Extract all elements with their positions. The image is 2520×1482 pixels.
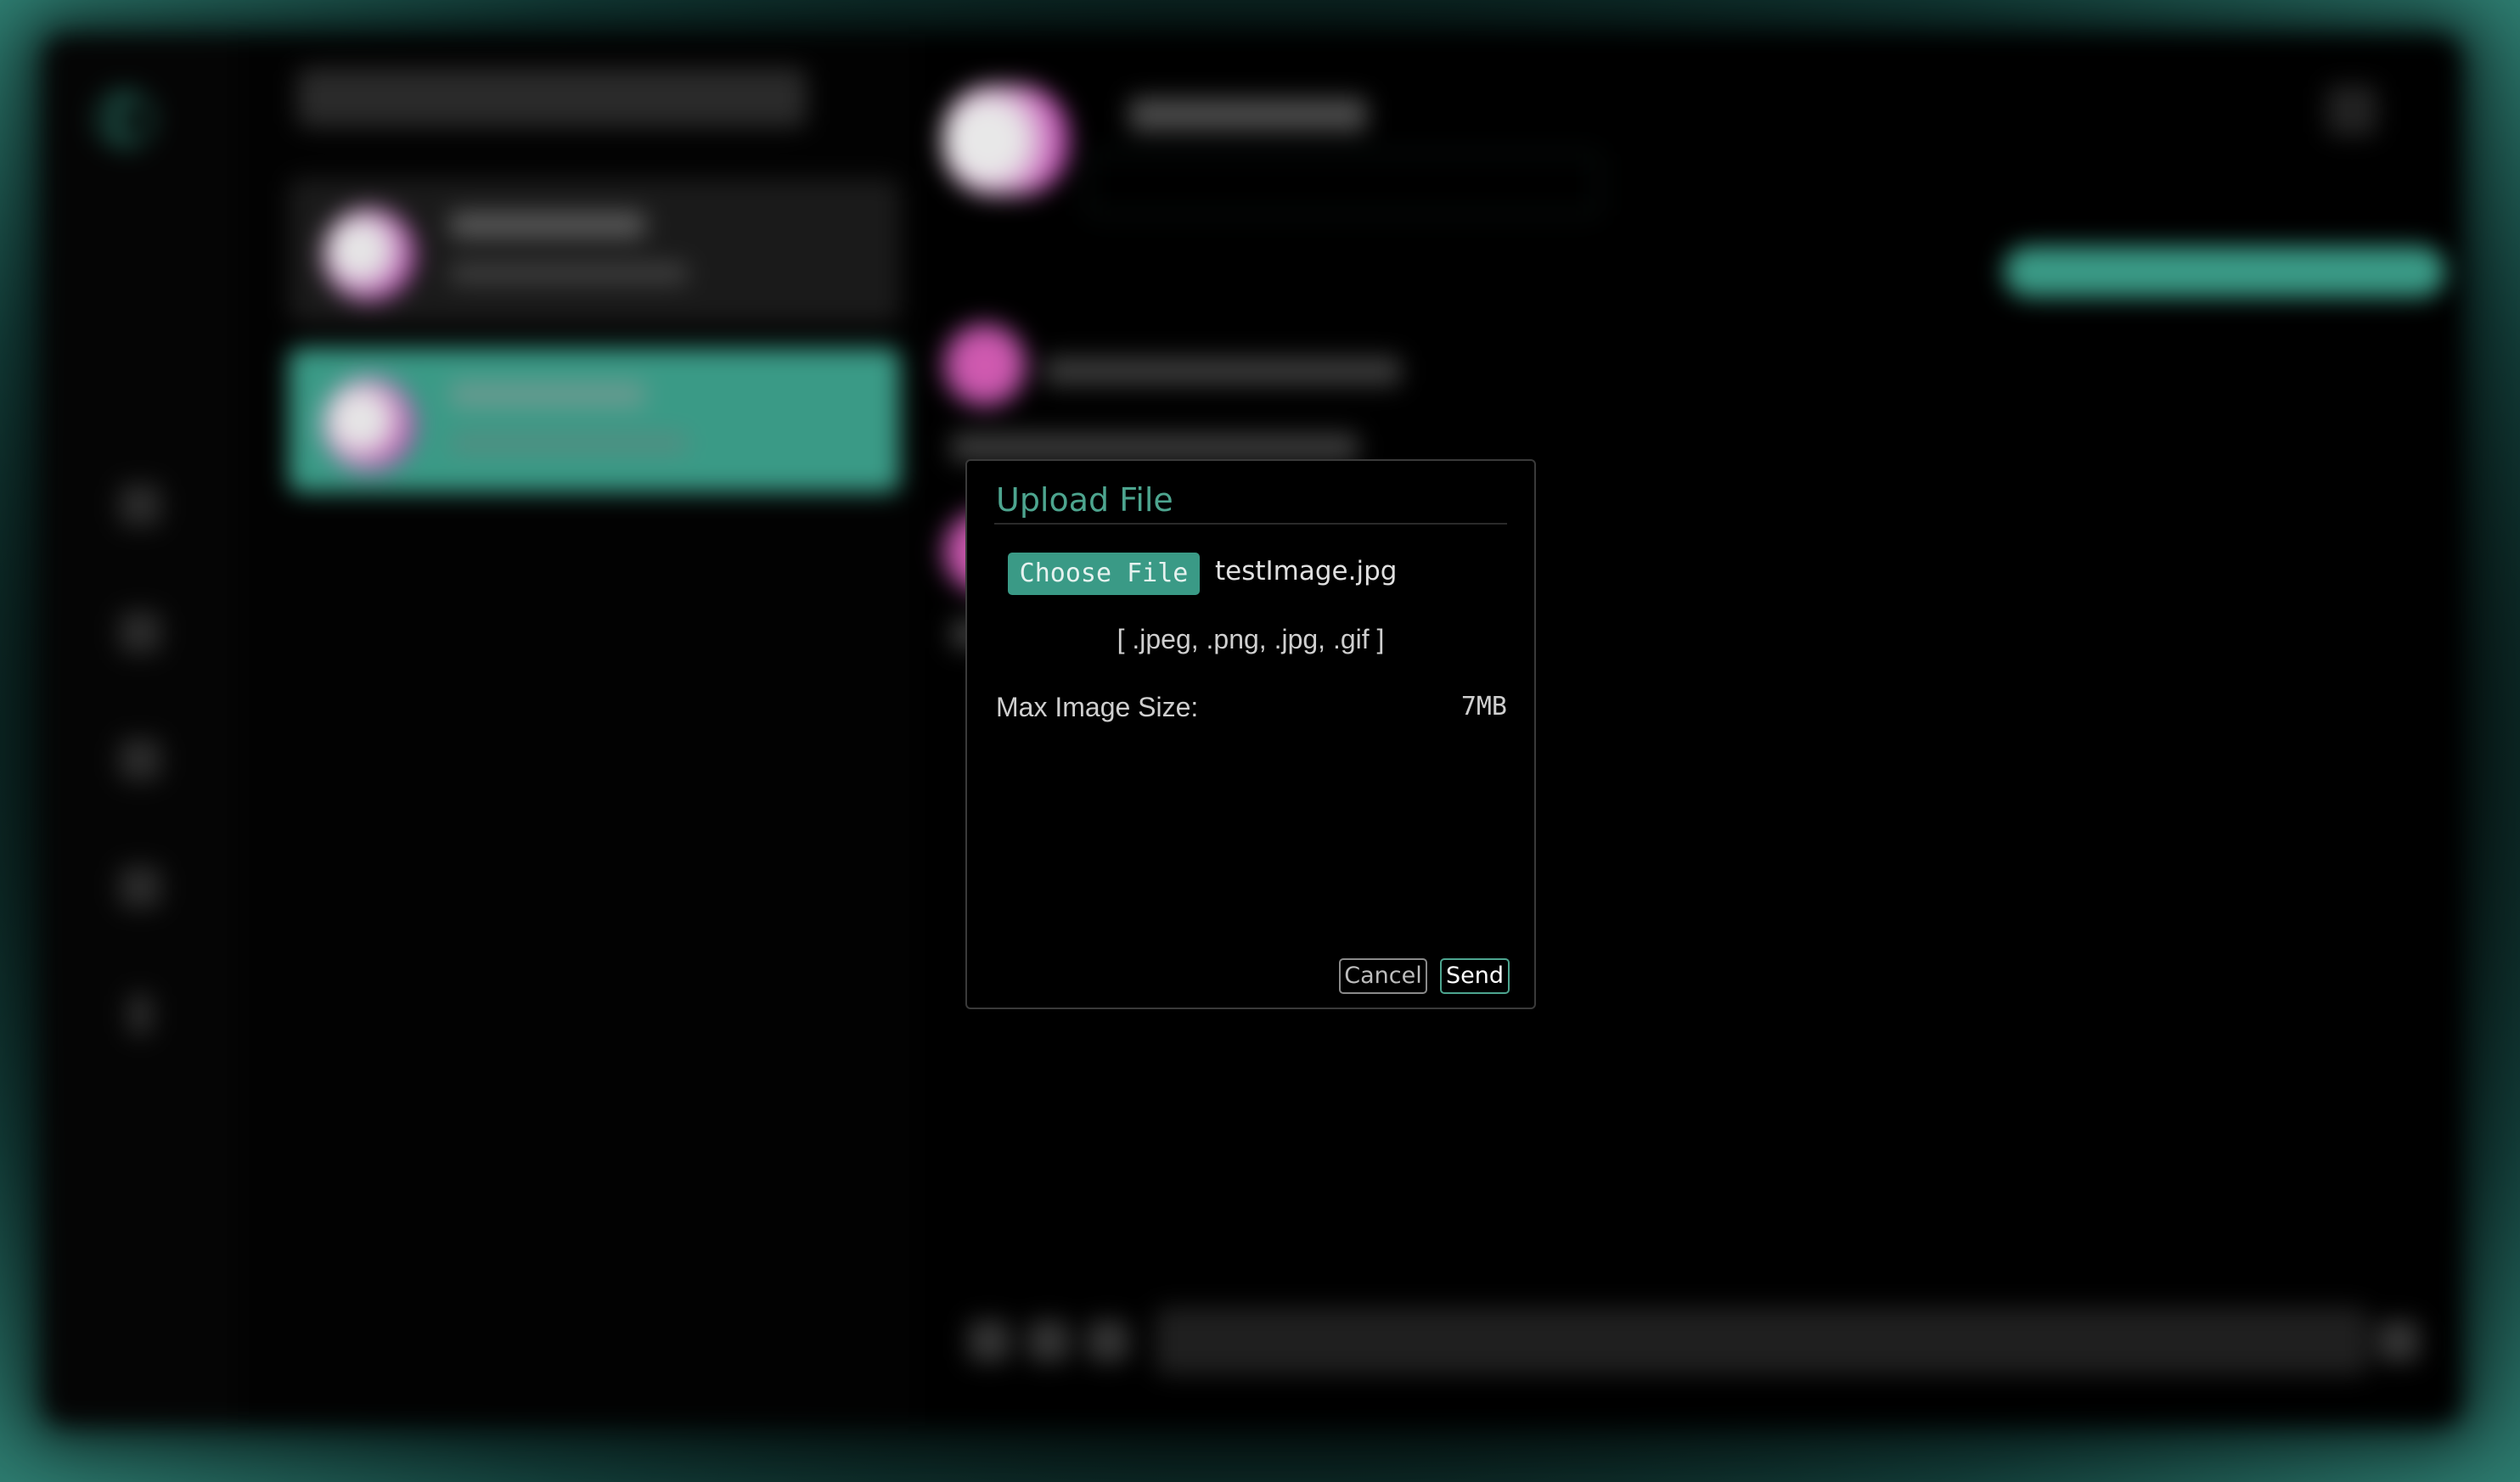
chat-options-icon	[2326, 85, 2377, 136]
contacts-nav-icon	[119, 611, 161, 654]
avatar	[323, 208, 416, 301]
conversation-item-selected	[289, 348, 900, 492]
dialog-title: Upload File	[996, 481, 1173, 519]
attach-icon	[968, 1320, 1010, 1362]
chat-header-name	[1129, 98, 1367, 132]
conversation-item	[289, 178, 900, 323]
image-icon	[1087, 1320, 1129, 1362]
emoji-icon	[1027, 1320, 1070, 1362]
calls-nav-icon	[119, 738, 161, 781]
send-button[interactable]: Send	[1440, 958, 1510, 994]
upload-file-dialog: Upload File Choose File testImage.jpg [ …	[965, 459, 1536, 1009]
chat-header-avatar	[942, 85, 1070, 195]
chat-nav-icon	[119, 484, 161, 526]
title-divider	[994, 523, 1507, 525]
chat-header-status	[1087, 153, 1600, 216]
accepted-formats-text: [ .jpeg, .png, .jpg, .gif ]	[1117, 624, 1385, 654]
settings-nav-icon	[127, 993, 153, 1036]
cancel-button[interactable]: Cancel	[1339, 958, 1427, 994]
avatar	[323, 378, 416, 471]
selected-file-name: testImage.jpg	[1215, 556, 1398, 587]
folder-nav-icon	[119, 866, 161, 908]
conversation-list	[238, 34, 919, 1426]
outgoing-message	[2004, 246, 2445, 297]
choose-file-button[interactable]: Choose File	[1008, 553, 1200, 595]
message-avatar	[942, 323, 1027, 407]
conversation-search	[297, 68, 807, 127]
max-size-label: Max Image Size:	[996, 692, 1199, 722]
phone-logo-icon: ✆	[81, 70, 171, 172]
max-size-value: 7MB	[1460, 692, 1507, 721]
left-nav-rail: ✆	[42, 34, 238, 1426]
send-message-icon	[2377, 1320, 2420, 1362]
message-text	[951, 433, 1358, 462]
message-text	[1044, 356, 1401, 385]
message-composer	[1155, 1307, 2369, 1375]
